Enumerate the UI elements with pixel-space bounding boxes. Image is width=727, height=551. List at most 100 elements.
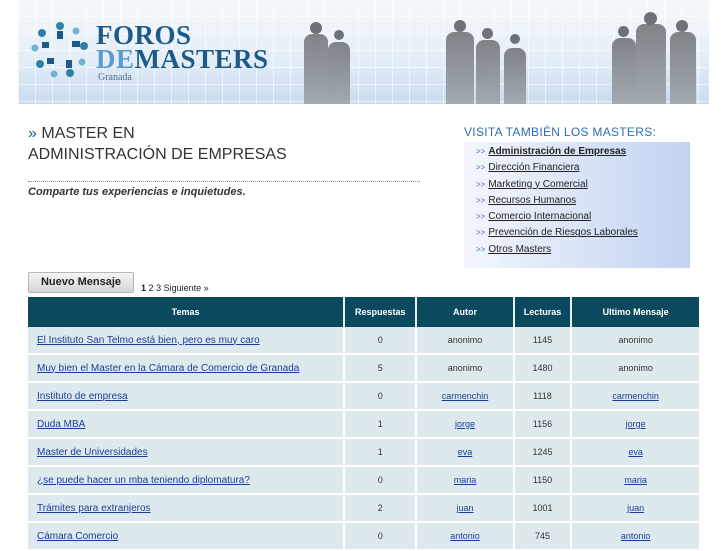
- double-chevron-icon: >>: [476, 228, 486, 238]
- double-chevron-icon: >>: [476, 179, 486, 189]
- table-row: El Instituto San Telmo está bien, pero e…: [28, 327, 699, 355]
- reply-count-cell: 0: [344, 327, 418, 355]
- topic-link[interactable]: ¿se puede hacer un mba teniendo diplomat…: [37, 475, 250, 486]
- author-name-cell: antonio: [416, 522, 515, 551]
- author-name[interactable]: maria: [454, 475, 477, 485]
- author-name[interactable]: jorge: [455, 419, 475, 429]
- logo-city: Granada: [98, 72, 132, 83]
- master-link-prevencion[interactable]: Prevención de Riesgos Laborales: [488, 227, 638, 238]
- related-masters-list: >> Administración de Empresas >> Dirección…: [464, 142, 690, 258]
- last-message-author[interactable]: juan: [627, 503, 644, 513]
- master-link-otros[interactable]: Otros Masters: [488, 244, 551, 255]
- read-count: 1118: [533, 391, 552, 401]
- author-name[interactable]: eva: [458, 447, 473, 457]
- last-message-author-cell: carmenchin: [571, 382, 699, 411]
- topic-link-cell: Instituto de empresa: [28, 382, 346, 411]
- last-message-author[interactable]: jorge: [626, 419, 646, 429]
- reply-count-cell: 2: [344, 494, 418, 523]
- master-link-marketing[interactable]: Marketing y Comercial: [488, 179, 587, 190]
- master-link-administracion[interactable]: Administración de Empresas: [488, 146, 626, 157]
- read-count: 1150: [532, 475, 553, 485]
- page-title-line1: MASTER EN: [41, 125, 135, 142]
- related-masters-box: >> Administración de Empresas >> Dirección…: [464, 142, 690, 268]
- last-message-author-cell: anonimo: [571, 327, 699, 355]
- read-count-cell: 745: [513, 522, 573, 551]
- last-message-author[interactable]: antonio: [621, 531, 651, 541]
- last-message-author: anonimo: [618, 363, 653, 373]
- last-message-author[interactable]: maria: [624, 475, 647, 485]
- reply-count: 1: [377, 447, 383, 457]
- topic-link[interactable]: El Instituto San Telmo está bien, pero e…: [37, 335, 260, 346]
- last-message-author: anonimo: [618, 335, 653, 345]
- topic-link[interactable]: Cámara Comercio: [37, 531, 118, 542]
- master-link-financiera[interactable]: Dirección Financiera: [488, 162, 579, 173]
- double-chevron-icon: >>: [476, 212, 486, 222]
- table-row: Trámites para extranjeros 2 juan 1001 juan: [28, 494, 699, 523]
- last-message-author[interactable]: eva: [628, 447, 643, 457]
- reply-count-cell: 0: [344, 522, 418, 551]
- topic-link[interactable]: Master de Universidades: [37, 447, 148, 458]
- list-item: >> Comercio Internacional: [476, 209, 690, 225]
- reply-count: 2: [377, 503, 383, 513]
- topic-link[interactable]: Muy bien el Master en la Cámara de Comer…: [37, 363, 299, 374]
- page-number-link[interactable]: 3: [156, 283, 161, 293]
- reply-count: 1: [377, 419, 383, 429]
- read-count: 1156: [532, 419, 553, 429]
- list-item: >> Prevención de Riesgos Laborales: [476, 225, 690, 241]
- new-message-button[interactable]: Nuevo Mensaje: [28, 272, 134, 293]
- author-name[interactable]: carmenchin: [442, 391, 489, 401]
- page-number-link[interactable]: 2: [149, 283, 154, 293]
- next-page-link[interactable]: Siguiente: [164, 283, 202, 293]
- logo-text-masters: MASTERS: [134, 44, 269, 74]
- read-count-cell: 1245: [513, 438, 573, 467]
- table-row: Instituto de empresa 0 carmenchin 1118 carme…: [28, 382, 699, 411]
- last-message-author-cell: eva: [571, 438, 699, 467]
- list-item: >> Administración de Empresas: [476, 144, 690, 160]
- site-logo[interactable]: FOROS DEMASTERS Granada: [28, 14, 268, 84]
- author-name-cell: jorge: [416, 410, 515, 439]
- page-title-line2: ADMINISTRACIÓN DE EMPRESAS: [28, 146, 287, 163]
- master-link-rrhh[interactable]: Recursos Humanos: [488, 195, 576, 206]
- author-name-cell: anonimo: [416, 354, 515, 383]
- author-name[interactable]: antonio: [450, 531, 480, 541]
- table-row: Master de Universidades 1 eva 1245 eva: [28, 438, 699, 467]
- master-link-comercio[interactable]: Comercio Internacional: [488, 211, 591, 222]
- last-message-author-cell: anonimo: [571, 354, 699, 383]
- logo-emblem-icon: [31, 22, 88, 78]
- topic-link[interactable]: Instituto de empresa: [37, 391, 128, 402]
- reply-count-cell: 1: [344, 410, 418, 439]
- read-count: 1245: [532, 447, 553, 457]
- logo-text-demasters: DEMASTERS: [96, 44, 269, 75]
- last-message-author-cell: antonio: [571, 522, 699, 551]
- pagination: 1 2 3 Siguiente »: [141, 283, 209, 293]
- table-row: Muy bien el Master en la Cámara de Comer…: [28, 354, 699, 383]
- author-name[interactable]: juan: [457, 503, 474, 513]
- title-arrow-icon: »: [28, 125, 37, 142]
- read-count-cell: 1150: [513, 466, 573, 495]
- topic-link[interactable]: Duda MBA: [37, 419, 85, 430]
- logo-text-de: DE: [96, 44, 135, 74]
- author-name: anonimo: [447, 335, 483, 345]
- read-count-cell: 1001: [513, 494, 573, 523]
- double-chevron-icon: >>: [476, 244, 486, 254]
- read-count-cell: 1480: [513, 354, 573, 383]
- last-message-author[interactable]: carmenchin: [612, 391, 659, 401]
- last-message-author-cell: jorge: [571, 410, 699, 439]
- reply-count-cell: 5: [344, 354, 418, 383]
- column-header-lecturas: Lecturas: [513, 297, 573, 327]
- column-header-autor: Autor: [416, 297, 515, 327]
- reply-count: 0: [377, 391, 383, 401]
- reply-count-cell: 0: [344, 382, 418, 411]
- people-silhouettes-image: [278, 0, 709, 104]
- reply-count-cell: 0: [344, 466, 418, 495]
- read-count: 1145: [532, 335, 553, 345]
- topics-table: Temas Respuestas Autor Lecturas Ultimo M…: [28, 297, 699, 551]
- double-chevron-icon: >>: [476, 195, 486, 205]
- header-banner: FOROS DEMASTERS Granada: [18, 0, 709, 104]
- topic-link[interactable]: Trámites para extranjeros: [37, 503, 151, 514]
- topic-link-cell: Trámites para extranjeros: [28, 494, 346, 523]
- table-row: ¿se puede hacer un mba teniendo diplomat…: [28, 466, 699, 495]
- list-item: >> Otros Masters: [476, 242, 690, 258]
- read-count-cell: 1145: [513, 327, 573, 355]
- list-item: >> Marketing y Comercial: [476, 177, 690, 193]
